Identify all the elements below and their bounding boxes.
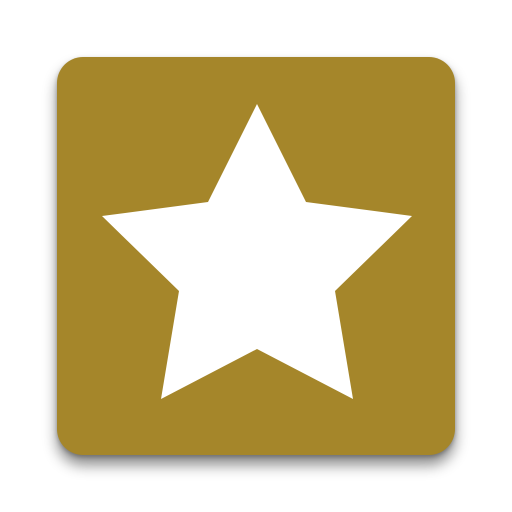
star-shape xyxy=(102,104,412,399)
star-app-tile[interactable] xyxy=(57,57,455,455)
star-icon xyxy=(102,104,412,399)
stage xyxy=(0,0,512,512)
